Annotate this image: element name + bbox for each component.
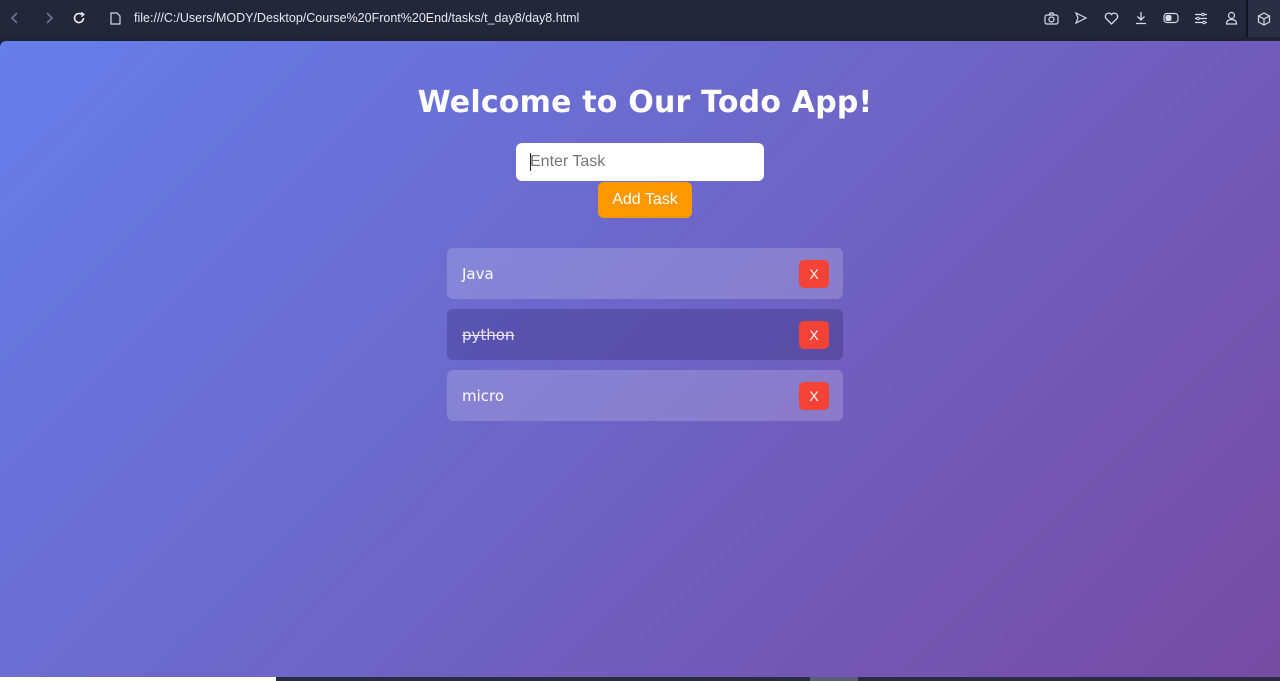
delete-task-button[interactable]: X — [799, 259, 829, 288]
task-item[interactable]: Java X — [447, 248, 843, 299]
download-icon[interactable] — [1132, 9, 1150, 27]
browser-toolbar: file:///C:/Users/MODY/Desktop/Course%20F… — [0, 0, 1280, 37]
camera-icon[interactable] — [1042, 9, 1060, 27]
task-label: micro — [462, 386, 505, 405]
file-icon — [106, 9, 124, 27]
back-icon[interactable] — [6, 9, 24, 27]
heart-icon[interactable] — [1102, 9, 1120, 27]
reload-icon[interactable] — [70, 9, 88, 27]
text-caret — [530, 153, 531, 171]
page-viewport: Welcome to Our Todo App! Add Task Java X… — [0, 41, 1280, 677]
address-bar[interactable]: file:///C:/Users/MODY/Desktop/Course%20F… — [106, 9, 579, 27]
send-icon[interactable] — [1072, 9, 1090, 27]
url-text: file:///C:/Users/MODY/Desktop/Course%20F… — [134, 11, 580, 25]
task-item[interactable]: micro X — [447, 370, 843, 421]
scrollbar-thumb[interactable] — [810, 677, 858, 681]
add-task-button[interactable]: Add Task — [598, 182, 692, 218]
delete-task-button[interactable]: X — [799, 320, 829, 349]
page-title: Welcome to Our Todo App! — [417, 85, 873, 120]
task-label: python — [462, 325, 515, 344]
task-item-completed[interactable]: python X — [447, 309, 843, 360]
taskbar-segment — [0, 677, 276, 681]
toggle-icon[interactable] — [1162, 9, 1180, 27]
extensions-icon[interactable] — [1246, 0, 1280, 37]
profile-icon[interactable] — [1222, 9, 1240, 27]
taskbar-strip — [0, 677, 1280, 681]
task-list: Java X python X micro X — [447, 248, 843, 431]
task-label: Java — [462, 264, 494, 283]
task-input[interactable] — [516, 143, 764, 181]
delete-task-button[interactable]: X — [799, 381, 829, 410]
settings-sliders-icon[interactable] — [1192, 9, 1210, 27]
toolbar-actions — [1042, 8, 1240, 28]
forward-icon[interactable] — [40, 9, 58, 27]
